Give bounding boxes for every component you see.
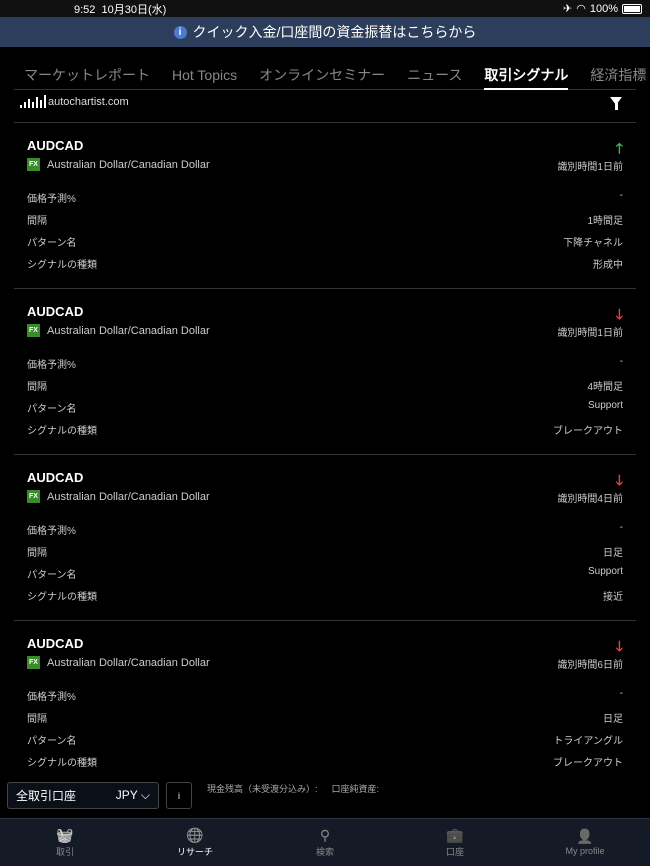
divider	[14, 122, 636, 123]
signal-row: パターン名 下降チャネル	[27, 238, 623, 249]
signal-symbol: AUDCAD	[27, 470, 84, 485]
info-icon: i	[173, 25, 187, 39]
account-selector[interactable]: 全取引口座 JPY ⌵	[7, 782, 159, 809]
signal-card[interactable]: AUDCAD 🡓 FX Australian Dollar/Canadian Do…	[27, 296, 623, 446]
fx-badge: FX	[27, 490, 40, 503]
signal-row: パターン名 トライアングル	[27, 736, 623, 747]
signal-row: 間隔 4時間足	[27, 382, 623, 393]
nav-item-3[interactable]: 💼 口座	[390, 819, 520, 866]
signal-symbol: AUDCAD	[27, 138, 84, 153]
signal-row: パターン名 Support	[27, 400, 623, 415]
divider	[14, 620, 636, 621]
signal-row: 間隔 日足	[27, 548, 623, 559]
nav-item-4[interactable]: 👤 My profile	[520, 819, 650, 866]
nav-item-1[interactable]: 🌐 リサーチ	[130, 819, 260, 866]
globe-star-icon: 🌐	[186, 826, 204, 843]
signal-row: 間隔 日足	[27, 714, 623, 725]
signal-card[interactable]: AUDCAD 🡓 FX Australian Dollar/Canadian Do…	[27, 628, 623, 778]
signal-row: 価格予測% -	[27, 356, 623, 371]
identified-time: 識別時間1日前	[557, 162, 623, 173]
airplane-icon: ✈	[563, 3, 573, 15]
basket-icon: 🧺	[56, 826, 74, 843]
briefcase-icon: 💼	[446, 826, 464, 843]
status-bar: 9:52 10月30日(水) ✈ ◠ 100%	[0, 0, 650, 17]
divider	[14, 454, 636, 455]
banner-text: クイック入金/口座間の資金振替はこちらから	[192, 24, 477, 40]
signal-card[interactable]: AUDCAD 🡓 FX Australian Dollar/Canadian Do…	[27, 462, 623, 612]
identified-time: 識別時間6日前	[557, 660, 623, 671]
person-icon: 👤	[576, 828, 594, 844]
instrument-name: Australian Dollar/Canadian Dollar	[47, 490, 210, 503]
instrument-name: Australian Dollar/Canadian Dollar	[47, 158, 210, 171]
search-icon: ⚲	[319, 826, 331, 843]
status-time: 9:52	[74, 3, 96, 16]
quick-deposit-banner[interactable]: i クイック入金/口座間の資金振替はこちらから	[0, 17, 650, 47]
tab-3[interactable]: ニュース	[407, 60, 462, 90]
tab-5[interactable]: 経済指標	[590, 60, 646, 90]
signal-row: シグナルの種類 ブレークアウト	[27, 426, 623, 437]
signal-row: シグナルの種類 ブレークアウト	[27, 758, 623, 769]
instrument-name: Australian Dollar/Canadian Dollar	[47, 324, 210, 337]
research-tabs: マーケットレポート Hot Topics オンラインセミナー ニュース 取引シグナル 経済…	[14, 60, 646, 90]
signal-row: パターン名 Support	[27, 566, 623, 581]
signal-row: シグナルの種類 接近	[27, 592, 623, 603]
signal-row: 間隔 1時間足	[27, 216, 623, 227]
battery-text: 100%	[589, 2, 618, 15]
signal-row: シグナルの種類 形成中	[27, 260, 623, 271]
signal-card[interactable]: AUDCAD 🡑 FX Australian Dollar/Canadian Do…	[27, 130, 623, 280]
tab-2[interactable]: オンラインセミナー	[259, 60, 385, 90]
divider	[14, 288, 636, 289]
signal-symbol: AUDCAD	[27, 304, 84, 319]
fx-badge: FX	[27, 158, 40, 171]
bottom-nav: 🧺 取引 🌐 リサーチ ⚲ 検索 💼 口座 👤 My profile	[0, 818, 650, 866]
status-date: 10月30日(水)	[101, 3, 167, 16]
battery-icon	[622, 3, 642, 14]
identified-time: 識別時間4日前	[557, 494, 623, 505]
signal-row: 価格予測% -	[27, 688, 623, 703]
nav-item-2[interactable]: ⚲ 検索	[260, 819, 390, 866]
fx-badge: FX	[27, 656, 40, 669]
instrument-name: Australian Dollar/Canadian Dollar	[47, 656, 210, 669]
account-info-button[interactable]: i	[166, 782, 192, 809]
logo-bars-icon	[20, 94, 46, 108]
tab-1[interactable]: Hot Topics	[172, 60, 237, 90]
tab-4[interactable]: 取引シグナル	[484, 60, 569, 90]
signal-row: 価格予測% -	[27, 190, 623, 205]
autochartist-logo: autochartist.com	[20, 94, 129, 108]
signal-symbol: AUDCAD	[27, 636, 84, 651]
chevron-down-icon: ⌵	[140, 788, 150, 802]
nav-item-0[interactable]: 🧺 取引	[0, 819, 130, 866]
identified-time: 識別時間1日前	[557, 328, 623, 339]
filter-icon[interactable]	[610, 97, 622, 110]
wifi-icon: ◠	[576, 3, 586, 15]
tab-0[interactable]: マーケットレポート	[24, 60, 150, 90]
equity-label: 口座純資産:	[331, 784, 380, 794]
cash-balance-label: 現金残高（未受渡分込み）:	[207, 784, 318, 794]
fx-badge: FX	[27, 324, 40, 337]
signal-row: 価格予測% -	[27, 522, 623, 537]
